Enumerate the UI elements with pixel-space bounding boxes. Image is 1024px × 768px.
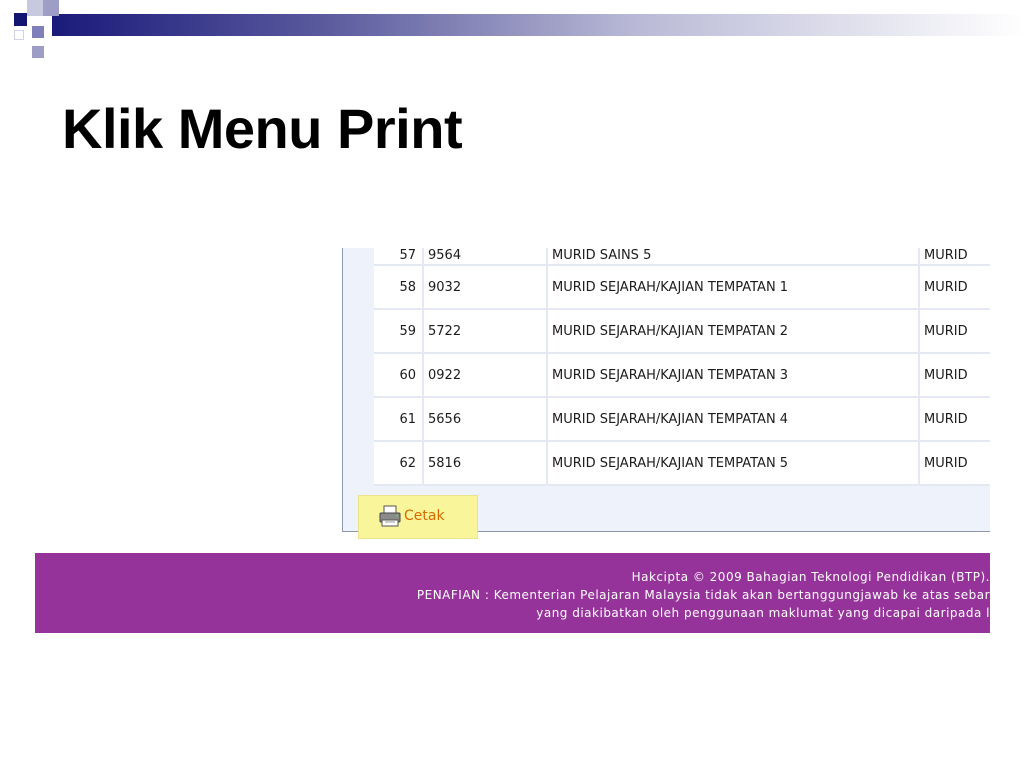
row-number: 61 [374, 398, 424, 442]
table-row: 62 5816 MURID SEJARAH/KAJIAN TEMPATAN 5 MUR… [374, 442, 990, 486]
row-name: MURID SEJARAH/KAJIAN TEMPATAN 3 [548, 354, 920, 398]
row-code: 5656 [424, 398, 548, 442]
row-name: MURID SEJARAH/KAJIAN TEMPATAN 4 [548, 398, 920, 442]
row-number: 58 [374, 266, 424, 310]
row-number: 57 [374, 248, 424, 266]
row-number: 60 [374, 354, 424, 398]
decor-square [14, 13, 27, 26]
user-table: 57 9564 MURID SAINS 5 MURID 58 9032 MURID SEJA… [374, 248, 990, 486]
row-role: MURID [920, 354, 990, 398]
decor-square [27, 0, 43, 16]
row-code: 9564 [424, 248, 548, 266]
decor-square [43, 0, 59, 16]
row-number: 62 [374, 442, 424, 486]
row-code: 5816 [424, 442, 548, 486]
row-code: 9032 [424, 266, 548, 310]
table-row: 59 5722 MURID SEJARAH/KAJIAN TEMPATAN 2 MUR… [374, 310, 990, 354]
footer-disclaimer-cont: yang diakibatkan oleh penggunaan makluma… [536, 606, 990, 620]
decor-square [14, 30, 24, 40]
decor-square [32, 26, 44, 38]
row-name: MURID SEJARAH/KAJIAN TEMPATAN 2 [548, 310, 920, 354]
page-footer: Hakcipta © 2009 Bahagian Teknologi Pendi… [35, 553, 990, 633]
table-row: 61 5656 MURID SEJARAH/KAJIAN TEMPATAN 4 MUR… [374, 398, 990, 442]
print-button[interactable]: Cetak [378, 498, 445, 534]
row-role: MURID [920, 398, 990, 442]
row-number: 59 [374, 310, 424, 354]
row-role: MURID [920, 248, 990, 266]
slide-title: Klik Menu Print [62, 97, 463, 160]
print-button-label: Cetak [404, 508, 445, 524]
row-name: MURID SEJARAH/KAJIAN TEMPATAN 5 [548, 442, 920, 486]
footer-disclaimer: PENAFIAN : Kementerian Pelajaran Malaysi… [416, 588, 990, 602]
decor-square [32, 46, 44, 58]
table-row: 58 9032 MURID SEJARAH/KAJIAN TEMPATAN 1 MUR… [374, 266, 990, 310]
table-row: 60 0922 MURID SEJARAH/KAJIAN TEMPATAN 3 MUR… [374, 354, 990, 398]
row-role: MURID [920, 310, 990, 354]
row-role: MURID [920, 442, 990, 486]
title-gradient-band [52, 14, 1024, 36]
row-code: 0922 [424, 354, 548, 398]
printer-icon [379, 505, 401, 527]
row-name: MURID SEJARAH/KAJIAN TEMPATAN 1 [548, 266, 920, 310]
row-role: MURID [920, 266, 990, 310]
table-row: 57 9564 MURID SAINS 5 MURID [374, 248, 990, 266]
row-name: MURID SAINS 5 [548, 248, 920, 266]
footer-copyright: Hakcipta © 2009 Bahagian Teknologi Pendi… [631, 570, 990, 584]
row-code: 5722 [424, 310, 548, 354]
